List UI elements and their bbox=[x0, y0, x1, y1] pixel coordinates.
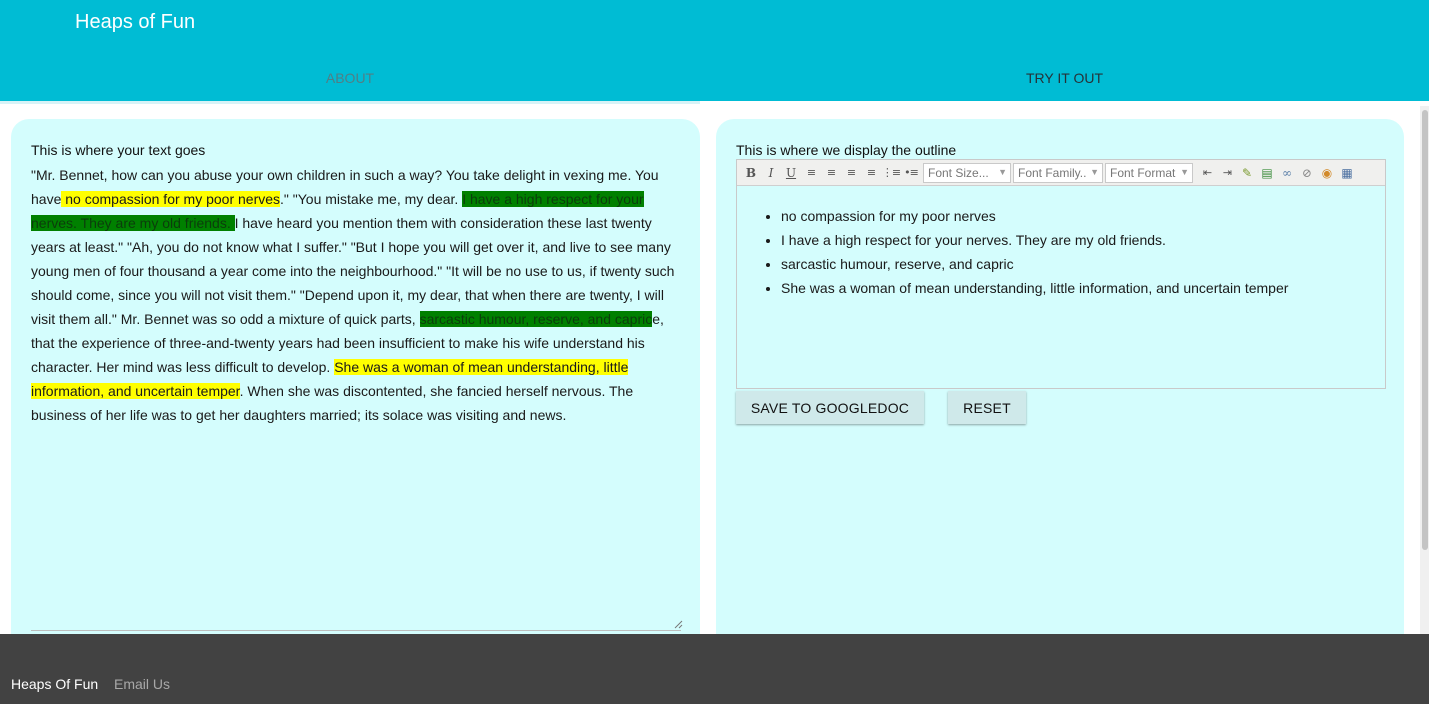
footer: Heaps Of Fun Email Us bbox=[0, 634, 1429, 704]
active-tab-indicator bbox=[700, 101, 1429, 104]
chevron-down-icon: ▼ bbox=[998, 166, 1007, 177]
outline-list: no compassion for my poor nervesI have a… bbox=[781, 204, 1361, 300]
outline-content[interactable]: no compassion for my poor nervesI have a… bbox=[737, 186, 1385, 388]
outline-editor: B I U ≡ ≡ ≡ ≡ ⋮≡ •≡ Font Size... ▼ Font … bbox=[736, 159, 1386, 389]
highlighted-text: sarcastic humour, reserve, and capric bbox=[419, 311, 653, 327]
unlink-icon[interactable]: ⊘ bbox=[1297, 163, 1317, 183]
color-icon[interactable]: ◉ bbox=[1317, 163, 1337, 183]
footer-brand[interactable]: Heaps Of Fun bbox=[11, 676, 98, 692]
reset-button[interactable]: RESET bbox=[948, 391, 1026, 424]
font-format-value: Font Format bbox=[1110, 165, 1176, 180]
source-icon[interactable]: ▦ bbox=[1337, 163, 1357, 183]
font-format-select[interactable]: Font Format ▼ bbox=[1105, 162, 1193, 183]
outline-item: sarcastic humour, reserve, and capric bbox=[781, 252, 1361, 276]
outline-item: I have a high respect for your nerves. T… bbox=[781, 228, 1361, 252]
align-center-icon[interactable]: ≡ bbox=[821, 163, 841, 183]
outdent-icon[interactable]: ⇤ bbox=[1197, 163, 1217, 183]
indent-icon[interactable]: ⇥ bbox=[1217, 163, 1237, 183]
chevron-down-icon: ▼ bbox=[1090, 166, 1099, 177]
font-size-select[interactable]: Font Size... ▼ bbox=[923, 162, 1011, 183]
font-family-value: Font Family.. bbox=[1018, 165, 1087, 180]
input-label: This is where your text goes bbox=[31, 142, 206, 158]
align-justify-icon[interactable]: ≡ bbox=[861, 163, 881, 183]
outline-item: no compassion for my poor nerves bbox=[781, 204, 1361, 228]
page-scrollbar[interactable] bbox=[1420, 106, 1429, 634]
align-right-icon[interactable]: ≡ bbox=[841, 163, 861, 183]
text-input-area[interactable]: "Mr. Bennet, how can you abuse your own … bbox=[31, 163, 683, 631]
font-size-value: Font Size... bbox=[928, 165, 989, 180]
outline-label: This is where we display the outline bbox=[736, 142, 957, 158]
bold-icon[interactable]: B bbox=[741, 163, 761, 183]
app-title[interactable]: Heaps of Fun bbox=[75, 11, 195, 34]
scrollbar-thumb[interactable] bbox=[1422, 110, 1428, 550]
tab-try-it-out[interactable]: TRY IT OUT bbox=[700, 70, 1429, 86]
italic-icon[interactable]: I bbox=[761, 163, 781, 183]
resize-handle-icon[interactable] bbox=[674, 620, 683, 629]
input-panel: This is where your text goes "Mr. Bennet… bbox=[11, 119, 700, 639]
tab-about[interactable]: ABOUT bbox=[0, 70, 700, 86]
editor-toolbar: B I U ≡ ≡ ≡ ≡ ⋮≡ •≡ Font Size... ▼ Font … bbox=[737, 160, 1385, 186]
outline-item: She was a woman of mean understanding, l… bbox=[781, 276, 1361, 300]
align-left-icon[interactable]: ≡ bbox=[801, 163, 821, 183]
save-to-googledoc-button[interactable]: SAVE TO GOOGLEDOC bbox=[736, 391, 924, 424]
unordered-list-icon[interactable]: •≡ bbox=[901, 163, 921, 183]
underline-icon[interactable]: U bbox=[781, 163, 801, 183]
highlighted-text: no compassion for my poor nerves bbox=[61, 191, 281, 207]
insert-icon[interactable]: ▤ bbox=[1257, 163, 1277, 183]
ordered-list-icon[interactable]: ⋮≡ bbox=[881, 163, 901, 183]
link-icon[interactable]: ∞ bbox=[1277, 163, 1297, 183]
tab-track bbox=[0, 101, 700, 104]
edit-icon[interactable]: ✎ bbox=[1237, 163, 1257, 183]
chevron-down-icon: ▼ bbox=[1180, 166, 1189, 177]
outline-panel: This is where we display the outline B I… bbox=[716, 119, 1404, 639]
text-segment: ." "You mistake me, my dear. bbox=[280, 191, 463, 207]
email-us-link[interactable]: Email Us bbox=[114, 676, 170, 692]
font-family-select[interactable]: Font Family.. ▼ bbox=[1013, 162, 1103, 183]
app-header: Heaps of Fun ABOUT TRY IT OUT bbox=[0, 0, 1429, 104]
